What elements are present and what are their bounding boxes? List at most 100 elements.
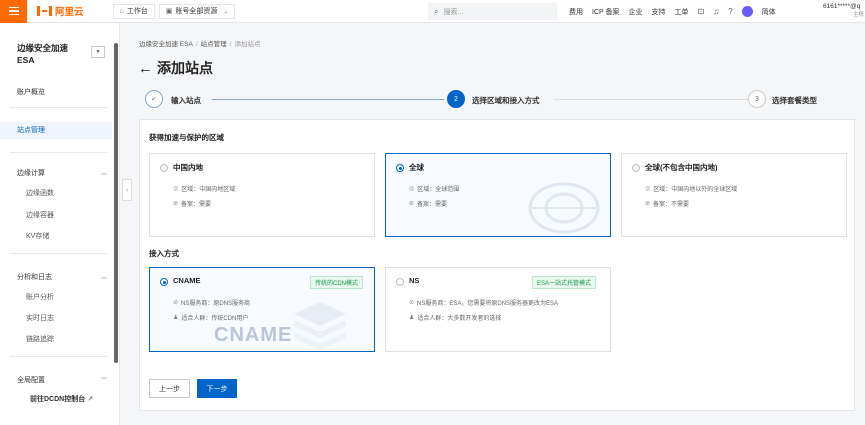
step-3-number: 3 [748,90,766,108]
aliyun-logo[interactable]: 阿里云 [37,4,84,18]
group-label: 分析和日志 [17,274,52,281]
home-icon: ⌂ [119,7,124,15]
cname-watermark-text: CNAME [214,324,293,346]
search-input[interactable]: ⌕ 搜索... [428,3,557,20]
icp-info: ⊛ 备案：不需要 [645,199,689,208]
sidebar-item-realtime-logs[interactable]: 实时日志 [26,313,54,323]
region-option-global-excl-mainland[interactable]: 全球(不包含中国内地) ◎ 区域：中国内地以外的全球区域 ⊛ 备案：不需要 [621,153,847,237]
access-option-ns[interactable]: NS ESA一站式托管模式 ⊘ NS服务商：ESA，您需要将原DNS服务器更改为E… [385,267,611,352]
sidebar-divider [10,356,108,357]
product-title: 边缘安全加速 ESA [17,42,68,66]
breadcrumb: 边缘安全加速 ESA / 站点管理 / 添加站点 [139,41,261,48]
region-info: ◎ 区域：中国内地区域 [173,184,235,193]
account-type: 主账 [853,12,865,18]
sidebar-divider [10,107,108,108]
region-option-mainland[interactable]: 中国内地 ◎ 区域：中国内地区域 ⊛ 备案：需要 [149,153,375,237]
back-arrow-icon[interactable]: ← [138,60,153,77]
group-label: 边缘计算 [17,170,45,177]
account-scope-dropdown[interactable]: ▣ 账号全部资源 ⌄ [158,3,236,19]
page-title-text: 添加站点 [157,60,213,76]
step-1-check-icon: ✓ [145,90,163,108]
workbench-label: 工作台 [126,8,148,15]
access-section-title: 接入方式 [149,249,179,258]
sidebar-divider [10,253,108,254]
breadcrumb-site-mgmt[interactable]: 站点管理 [201,41,227,48]
sidebar-item-account-analytics[interactable]: 账户分析 [26,292,54,302]
region-text: 区域：中国内地以外的全球区域 [653,187,738,193]
product-title-line2: ESA [17,55,35,65]
breadcrumb-esa[interactable]: 边缘安全加速 ESA [139,41,193,48]
icp-link[interactable]: ICP 备案 [592,7,620,17]
region-radio[interactable] [396,164,404,172]
external-link-icon: ↗ [87,396,94,403]
icp-text: 备案：需要 [417,202,448,208]
region-info: ◎ 区域：中国内地以外的全球区域 [645,184,737,193]
app-icon[interactable] [741,6,753,17]
group-label: 全局配置 [17,377,45,384]
chevron-down-icon: ﹀ [100,378,107,384]
logo-text: 阿里云 [55,7,84,18]
ns-provider-info: ⊘ NS服务商：原DNS服务商 [173,298,250,307]
sidebar-item-kv-storage[interactable]: KV存储 [26,231,49,241]
page-title: ← 添加站点 [138,58,213,78]
search-placeholder: 搜索... [443,8,464,16]
step-3-label: 选择套餐类型 [772,96,817,105]
audience-text: 适合人群：大多数开发者的选择 [417,316,502,322]
sidebar-collapse-toggle[interactable]: ‹ [122,179,132,201]
mode-tag: ESA一站式托管模式 [532,276,597,289]
access-radio[interactable] [160,278,168,286]
sidebar-group-edge-compute[interactable]: 边缘计算 ︿ [17,168,107,178]
region-option-title: 全球 [409,163,424,172]
region-radio[interactable] [632,164,640,172]
sidebar-scrollbar[interactable] [114,43,118,363]
icp-icon: ⊛ [409,201,415,207]
icp-icon: ⊛ [645,201,651,207]
workbench-button[interactable]: ⌂ 工作台 [112,3,155,19]
audience-info: ♟ 适合人群：大多数开发者的选择 [409,313,501,322]
region-radio[interactable] [160,164,168,172]
step-connector [212,99,444,100]
language-switch[interactable]: 简体 [762,7,776,17]
icp-info: ⊛ 备案：需要 [409,199,447,208]
menu-icon[interactable] [0,0,27,23]
region-option-global[interactable]: 全球 ◎ 区域：全球范围 ⊛ 备案：需要 [385,153,611,237]
sidebar-item-overview[interactable]: 账户概览 [17,87,45,97]
fees-link[interactable]: 费用 [569,7,583,17]
ticket-link[interactable]: 工单 [675,7,689,17]
region-section-title: 获得加速与保护的区域 [149,133,224,142]
support-link[interactable]: 支持 [652,7,666,17]
icp-info: ⊛ 备案：需要 [173,199,211,208]
sidebar: 边缘安全加速 ESA ▼ 账户概览 站点管理 边缘计算 ︿ 边缘函数 边缘容器 … [0,23,120,425]
sidebar-item-trace[interactable]: 链路追踪 [26,334,54,344]
account-name: 6161*****@q [823,3,861,10]
user-icon: ♟ [173,315,179,321]
icp-text: 备案：需要 [181,202,212,208]
sidebar-group-analytics[interactable]: 分析和日志 ︿ [17,272,107,282]
globe-watermark-icon [528,182,600,234]
dns-icon: ⊘ [173,300,179,306]
location-icon: ◎ [645,186,651,192]
account-menu[interactable]: 6161*****@q 主账 [823,2,864,20]
next-step-button[interactable]: 下一步 [197,379,237,398]
step-2-label: 选择区域和接入方式 [472,96,540,105]
chevron-up-icon: ︿ [100,275,107,281]
sidebar-group-global-config[interactable]: 全局配置 ﹀ [17,375,107,385]
terminal-icon[interactable]: ⊡ [698,7,705,16]
sidebar-item-edge-functions[interactable]: 边缘函数 [26,188,54,198]
sidebar-item-site-management[interactable]: 站点管理 [0,122,112,139]
step-connector [554,99,748,100]
sidebar-item-edge-containers[interactable]: 边缘容器 [26,210,54,220]
bell-icon[interactable]: ♫ [713,7,719,16]
dcdn-console-link[interactable]: 前往DCDN控制台 ↗ [30,394,93,404]
help-icon[interactable]: ? [728,7,732,16]
previous-step-button[interactable]: 上一步 [149,379,190,398]
step-1-label: 输入站点 [171,96,201,105]
product-switch-button[interactable]: ▼ [91,46,105,58]
enterprise-link[interactable]: 企业 [629,7,643,17]
product-title-line1: 边缘安全加速 [17,43,69,53]
region-info: ◎ 区域：全球范围 [409,184,459,193]
access-option-cname[interactable]: CNAME CNAME 传统的CDN模式 ⊘ NS服务商：原DNS服务商 ♟ 适合人… [149,267,375,352]
ns-provider-text: NS服务商：ESA，您需要将原DNS服务器更改为ESA [417,301,559,307]
dcdn-link-label: 前往DCDN控制台 [30,396,86,403]
access-radio[interactable] [396,278,404,286]
